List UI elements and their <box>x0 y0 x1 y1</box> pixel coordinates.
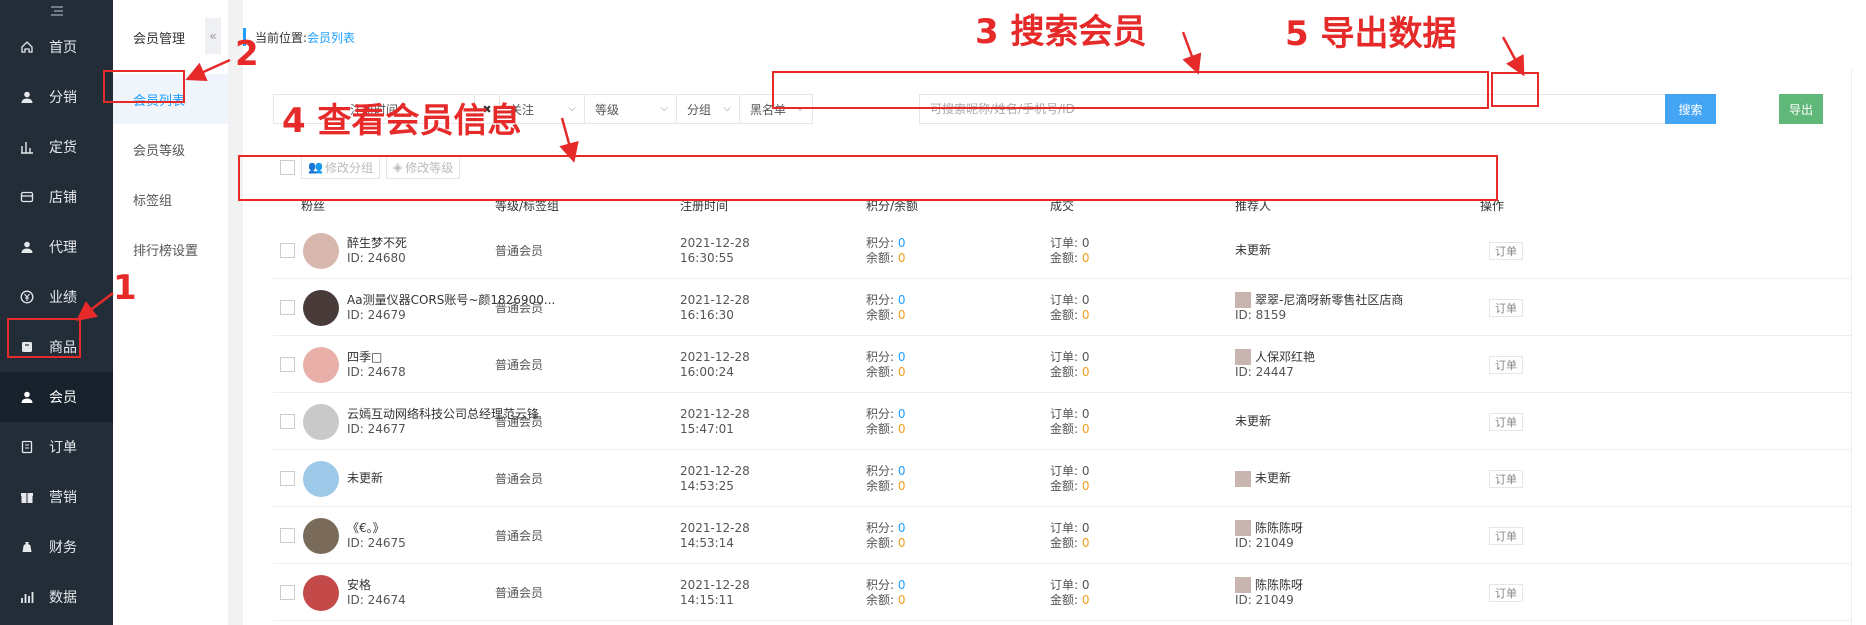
arrow-step-4 <box>559 117 579 163</box>
arrow-step-3 <box>1181 31 1202 75</box>
arrow-step-1 <box>76 292 114 322</box>
annotation-arrows <box>76 31 1525 322</box>
arrow-step-2 <box>185 58 231 81</box>
arrow-step-5 <box>1501 36 1525 77</box>
